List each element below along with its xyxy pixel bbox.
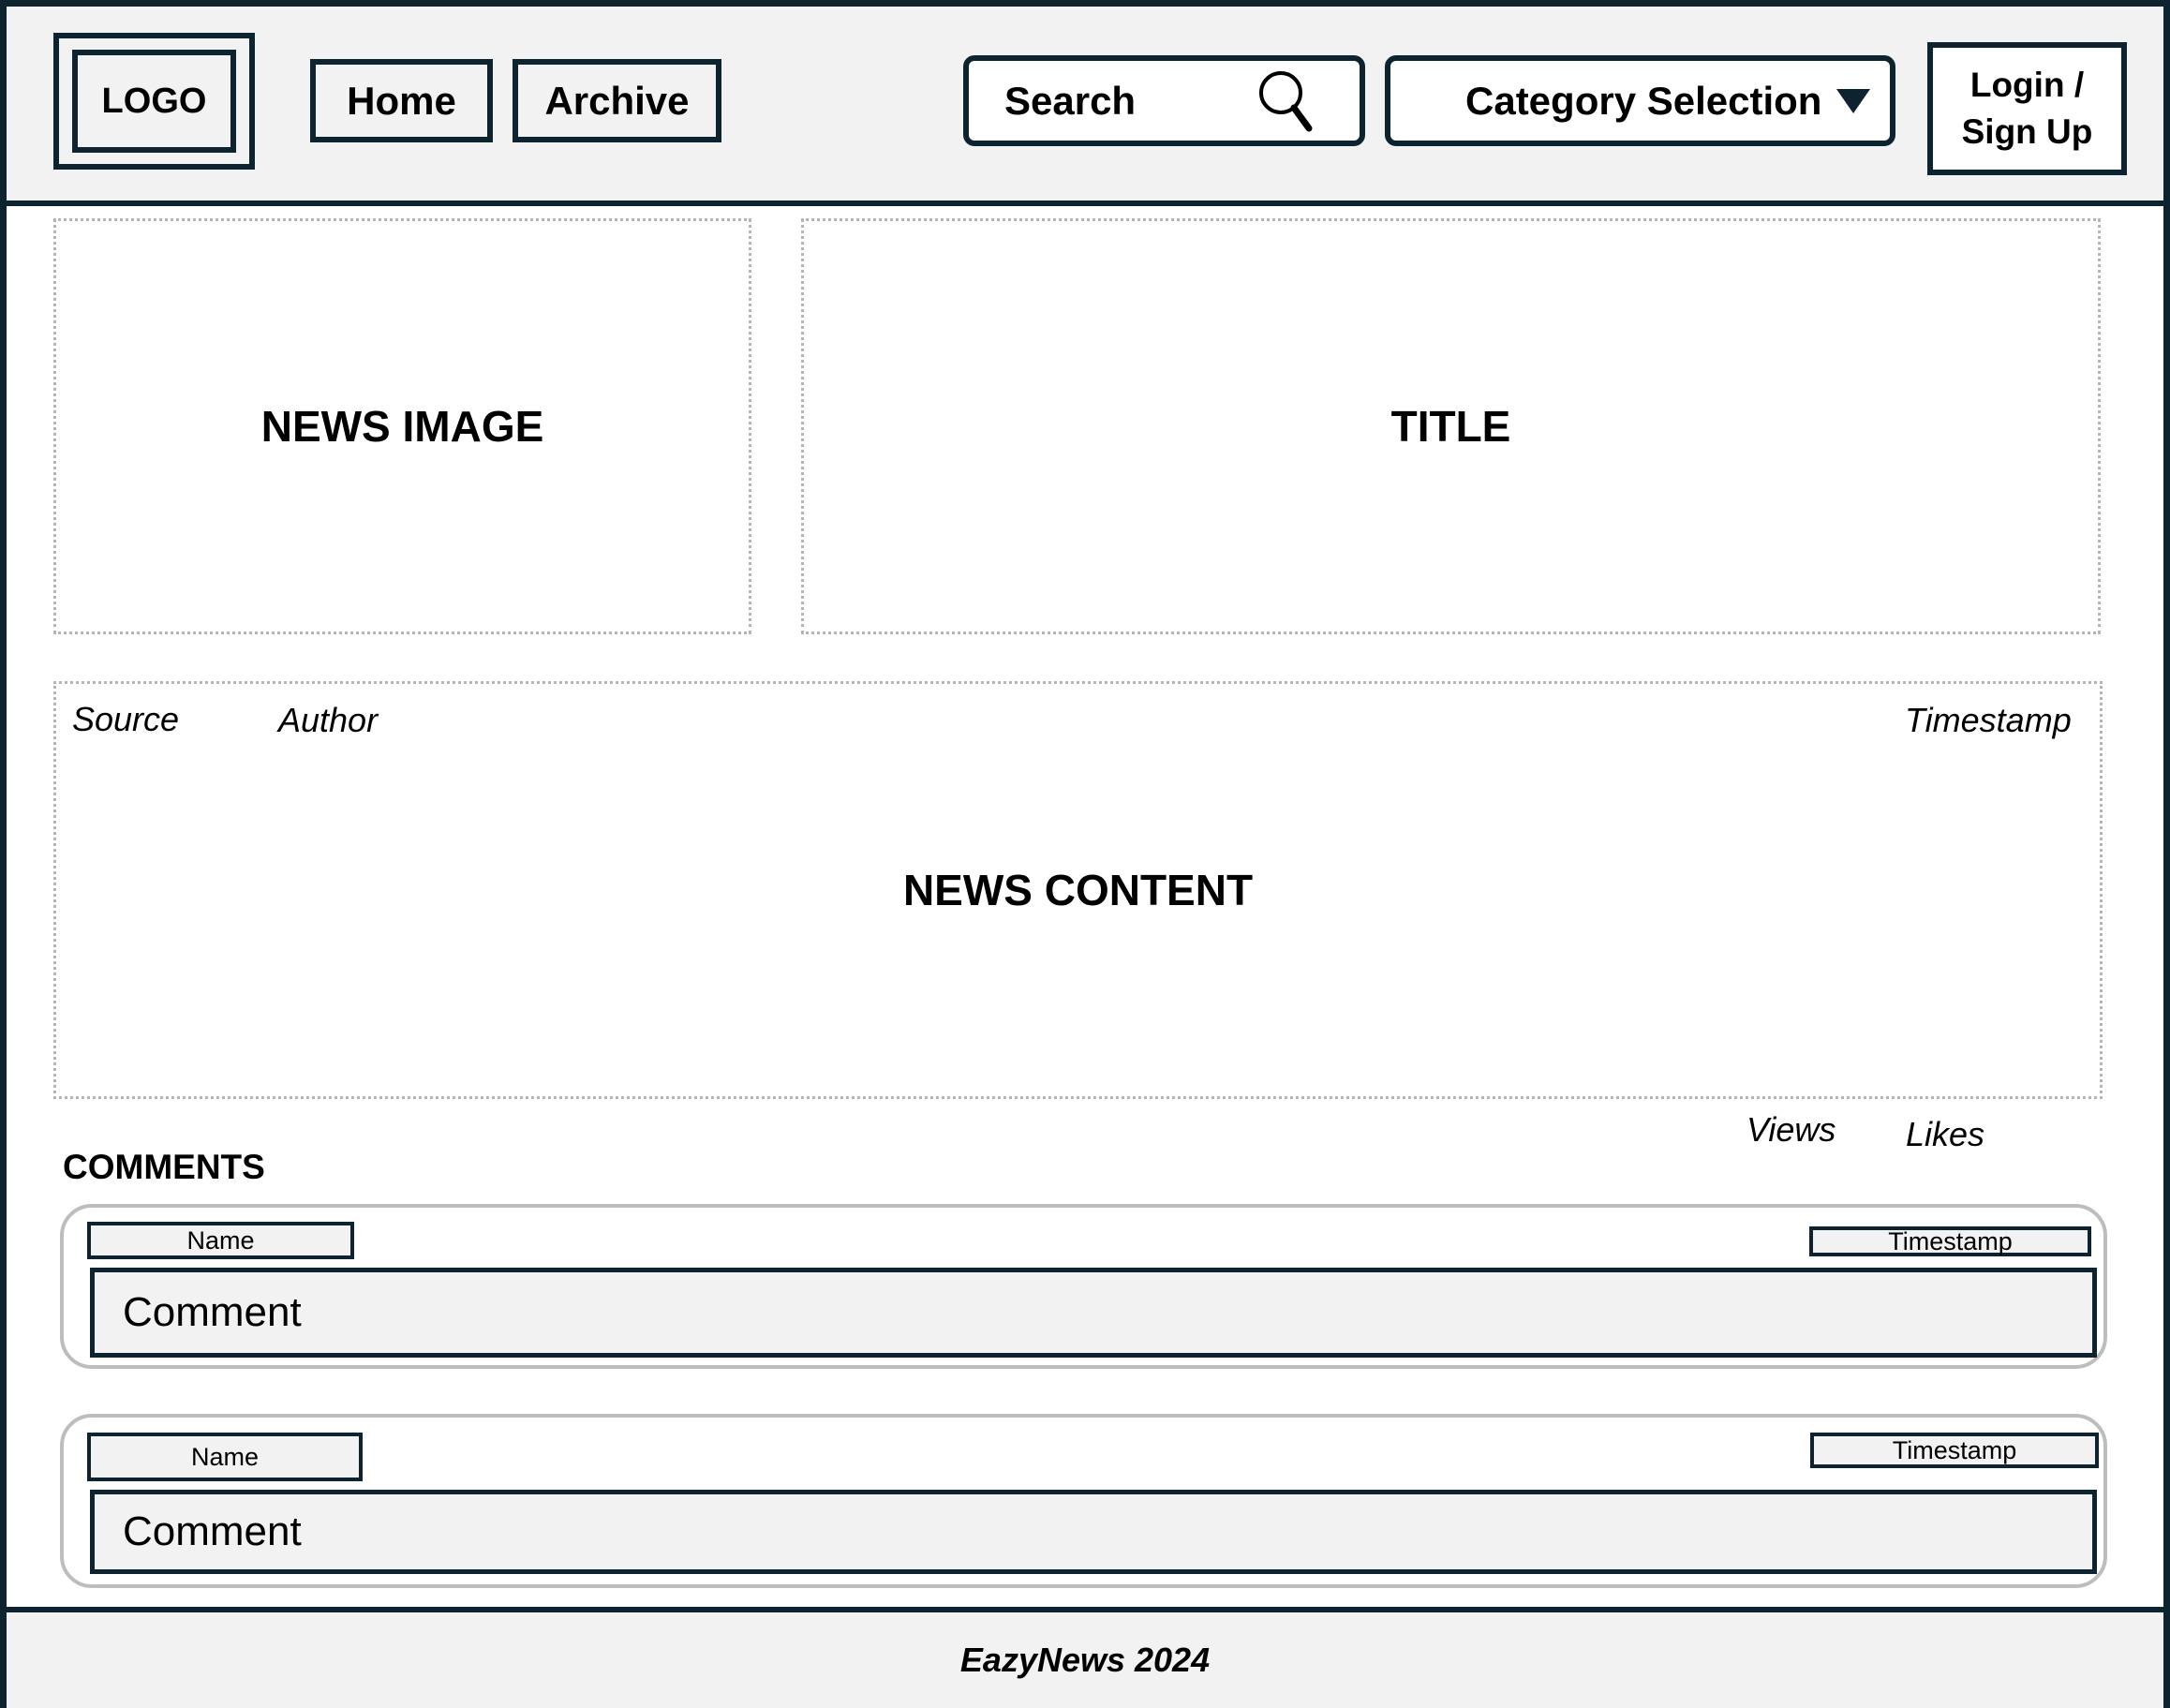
logo[interactable]: LOGO bbox=[53, 33, 255, 170]
signup-label: Sign Up bbox=[1961, 112, 2093, 151]
news-content: NEWS CONTENT bbox=[53, 681, 2103, 1099]
category-label: Category Selection bbox=[1465, 78, 1822, 123]
author-label: Author bbox=[278, 701, 379, 739]
article-timestamp: Timestamp bbox=[1905, 701, 2072, 739]
page-frame: LOGO Home Archive Search Category Select… bbox=[0, 0, 2170, 1708]
news-title: TITLE bbox=[801, 218, 2101, 634]
footer: EazyNews 2024 bbox=[7, 1607, 2163, 1708]
views-count: Views bbox=[1746, 1110, 1836, 1149]
category-dropdown[interactable]: Category Selection bbox=[1385, 55, 1895, 146]
search-box[interactable]: Search bbox=[963, 55, 1365, 146]
comment-card: Name Timestamp Comment bbox=[60, 1414, 2107, 1588]
triangle-down-icon bbox=[1836, 89, 1870, 113]
comments-heading: COMMENTS bbox=[63, 1148, 265, 1186]
comment-text: Comment bbox=[90, 1268, 2097, 1358]
likes-button[interactable]: Likes bbox=[1906, 1115, 1984, 1154]
login-label: Login / bbox=[1969, 66, 2085, 104]
logo-label: LOGO bbox=[72, 50, 236, 153]
comment-timestamp: Timestamp bbox=[1810, 1433, 2099, 1468]
footer-text: EazyNews 2024 bbox=[959, 1641, 1211, 1679]
login-signup-button[interactable]: Login / Sign Up bbox=[1927, 42, 2127, 175]
news-image: NEWS IMAGE bbox=[53, 218, 751, 634]
header-bar: LOGO Home Archive Search Category Select… bbox=[7, 7, 2163, 206]
comment-name: Name bbox=[87, 1433, 363, 1481]
search-label: Search bbox=[1004, 78, 1137, 123]
comment-name: Name bbox=[87, 1222, 354, 1259]
source-label: Source bbox=[72, 700, 180, 738]
comment-text: Comment bbox=[90, 1490, 2097, 1574]
archive-button[interactable]: Archive bbox=[513, 59, 721, 142]
comment-timestamp: Timestamp bbox=[1809, 1226, 2091, 1256]
comment-card: Name Timestamp Comment bbox=[60, 1204, 2107, 1369]
news-content-label: NEWS CONTENT bbox=[902, 866, 1254, 914]
home-button[interactable]: Home bbox=[310, 59, 493, 142]
search-icon[interactable] bbox=[1255, 68, 1320, 134]
